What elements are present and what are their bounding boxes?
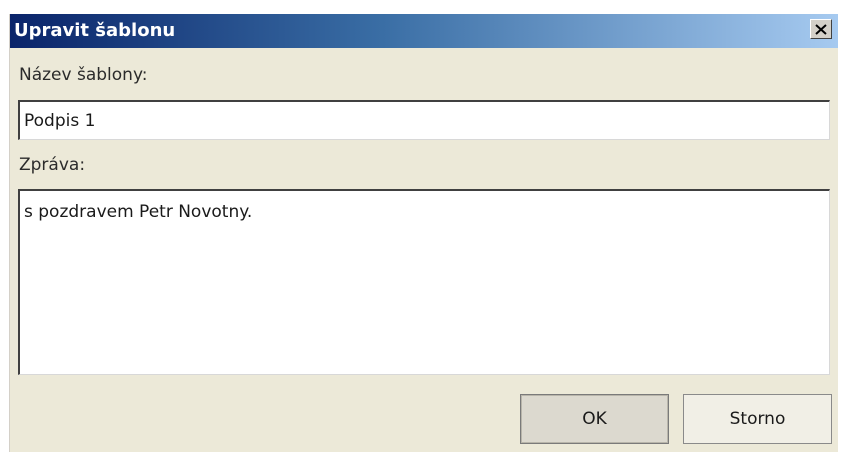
edit-template-dialog: Upravit šablonu Název šablony: Zpráva: s… (9, 14, 838, 452)
template-name-input[interactable] (18, 100, 830, 140)
dialog-titlebar[interactable]: Upravit šablonu (10, 14, 838, 48)
ok-button[interactable]: OK (520, 394, 669, 444)
cancel-button[interactable]: Storno (683, 394, 832, 444)
template-name-label: Název šablony: (19, 65, 148, 85)
close-icon (815, 23, 827, 35)
message-label: Zpráva: (19, 155, 86, 175)
message-textarea[interactable]: s pozdravem Petr Novotny. (18, 189, 830, 375)
close-button[interactable] (810, 19, 832, 39)
dialog-title: Upravit šablonu (14, 20, 176, 41)
